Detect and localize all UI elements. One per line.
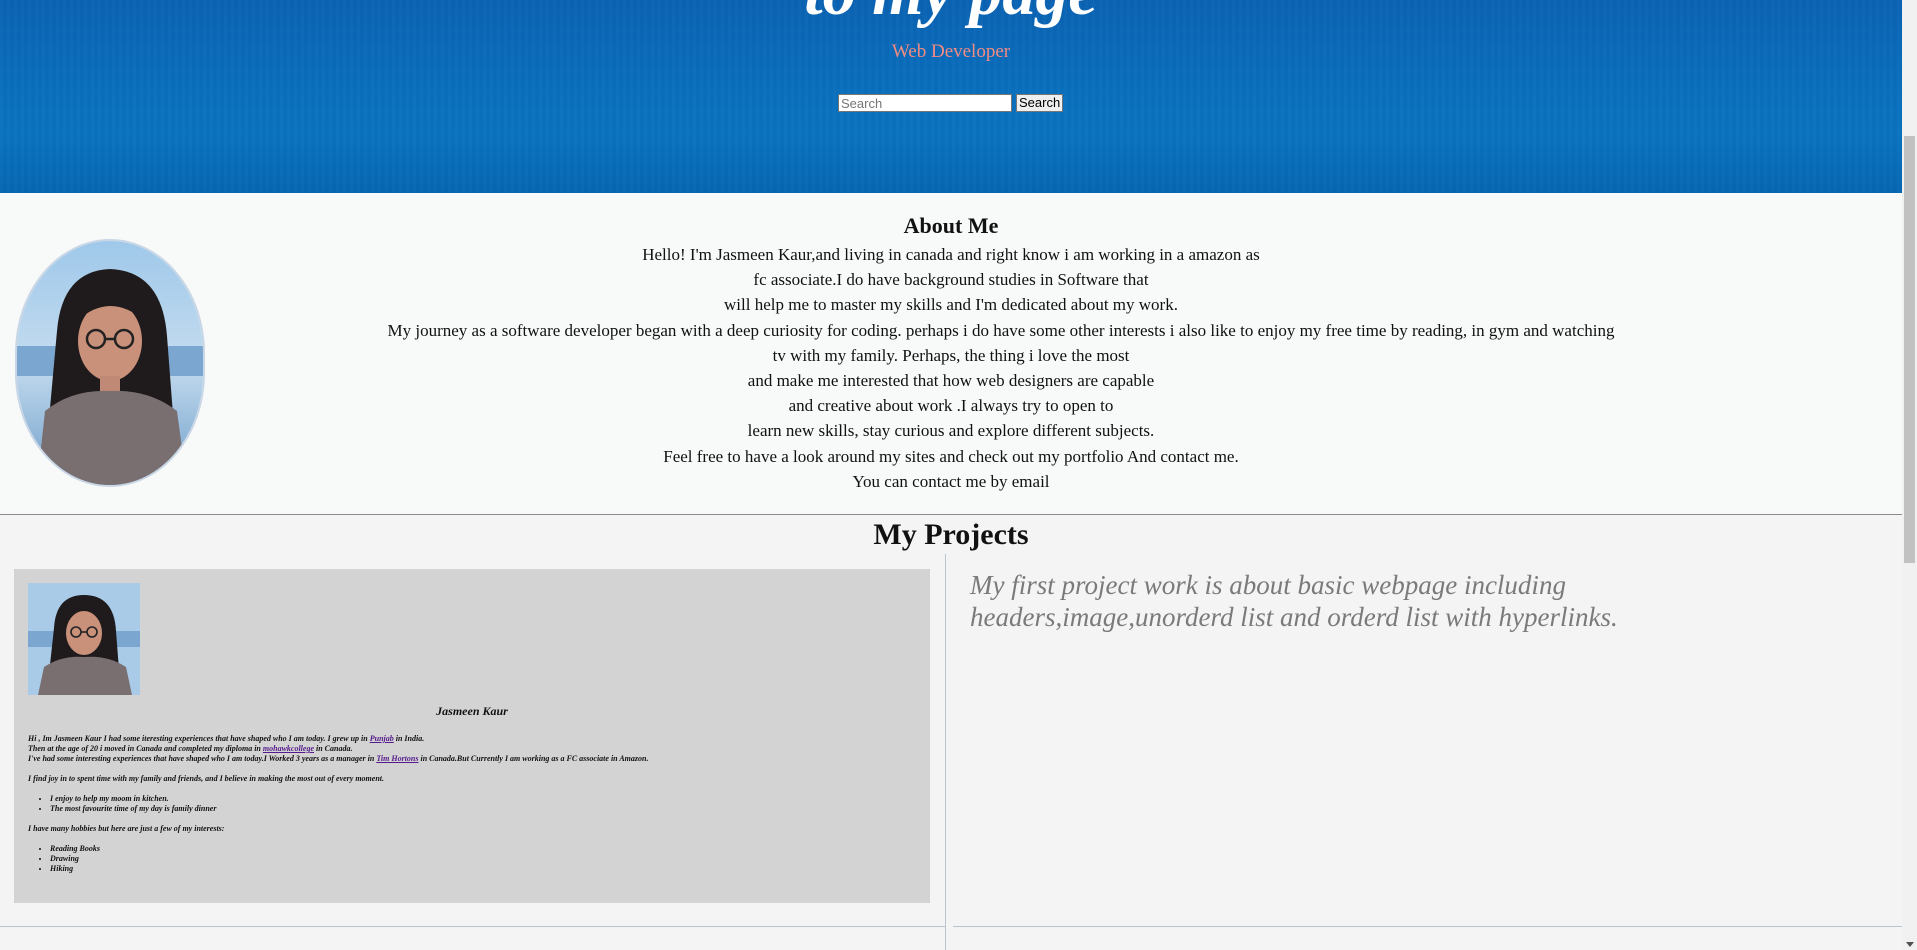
project-card: Jasmeen Kaur Hi , Im Jasmeen Kaur I had … (14, 569, 930, 903)
about-line: Feel free to have a look around my sites… (663, 446, 1239, 466)
list-item: The most favourite time of my day is fam… (50, 804, 908, 814)
about-line: and make me interested that how web desi… (747, 371, 1155, 391)
scrollbar-thumb[interactable] (1904, 136, 1915, 563)
about-line: and creative about work .I always try to… (788, 396, 1114, 416)
list-item: Hiking (50, 864, 908, 874)
projects-title: My Projects (873, 518, 1029, 551)
card-name: Jasmeen Kaur (436, 704, 508, 718)
list-item: I enjoy to help my moom in kitchen. (50, 794, 908, 804)
project-description: My first project work is about basic web… (970, 570, 1618, 632)
card-text: in Canada.But Currently I am working as … (418, 754, 649, 763)
about-text: Hello! I'm Jasmeen Kaur,and living in ca… (0, 242, 1902, 494)
search-button[interactable]: Search (1016, 94, 1064, 112)
card-text: in Canada. (314, 744, 353, 753)
hero-banner: to my page Web Developer Search (0, 0, 1902, 193)
row-divider (953, 926, 1902, 927)
project-photo-image (28, 583, 140, 695)
card-text: in India. (393, 734, 425, 743)
page-scrollbar[interactable] (1902, 0, 1917, 950)
about-line: tv with my family. Perhaps, the thing i … (772, 345, 1130, 365)
punjab-link[interactable]: Punjab (370, 734, 394, 743)
about-line: Hello! I'm Jasmeen Kaur,and living in ca… (642, 245, 1260, 264)
about-line: fc associate.I do have background studie… (753, 270, 1149, 290)
project-photo (28, 583, 140, 695)
search-form: Search (838, 94, 1064, 112)
hero-title: to my page (0, 0, 1902, 26)
list-item: Drawing (50, 854, 908, 864)
list-item: Reading Books (50, 844, 908, 854)
card-list: Reading Books Drawing Hiking (28, 844, 908, 874)
card-text: I've had some interesting experiences th… (28, 754, 377, 763)
card-body: Hi , Im Jasmeen Kaur I had some iteresti… (28, 734, 908, 884)
about-section: About Me Hello! I'm Jasmeen Kaur,and liv… (0, 193, 1902, 515)
about-line: You can contact me by email (852, 471, 1050, 491)
column-divider (945, 554, 946, 950)
card-paragraph: Hi , Im Jasmeen Kaur I had some iteresti… (28, 734, 908, 764)
card-text: Then at the age of 20 i moved in Canada … (28, 744, 263, 753)
about-title: About Me (903, 213, 999, 238)
hero-subtitle: Web Developer (891, 41, 1011, 62)
row-divider (0, 926, 945, 927)
card-paragraph: I have many hobbies but here are just a … (28, 824, 225, 833)
search-input[interactable] (838, 94, 1012, 112)
about-line: will help me to master my skills and I'm… (724, 295, 1178, 315)
scroll-down-arrow-icon[interactable] (1906, 942, 1914, 947)
card-paragraph: I find joy in to spent time with my fami… (28, 774, 384, 783)
card-text: Hi , Im Jasmeen Kaur I had some iteresti… (28, 734, 370, 743)
card-list: I enjoy to help my moom in kitchen. The … (28, 794, 908, 814)
tim-hortons-link[interactable]: Tim Hortons (376, 754, 418, 763)
mohawkcollege-link[interactable]: mohawkcollege (263, 744, 314, 753)
about-line: My journey as a software developer began… (387, 320, 1615, 340)
about-line: learn new skills, stay curious and explo… (747, 421, 1155, 441)
